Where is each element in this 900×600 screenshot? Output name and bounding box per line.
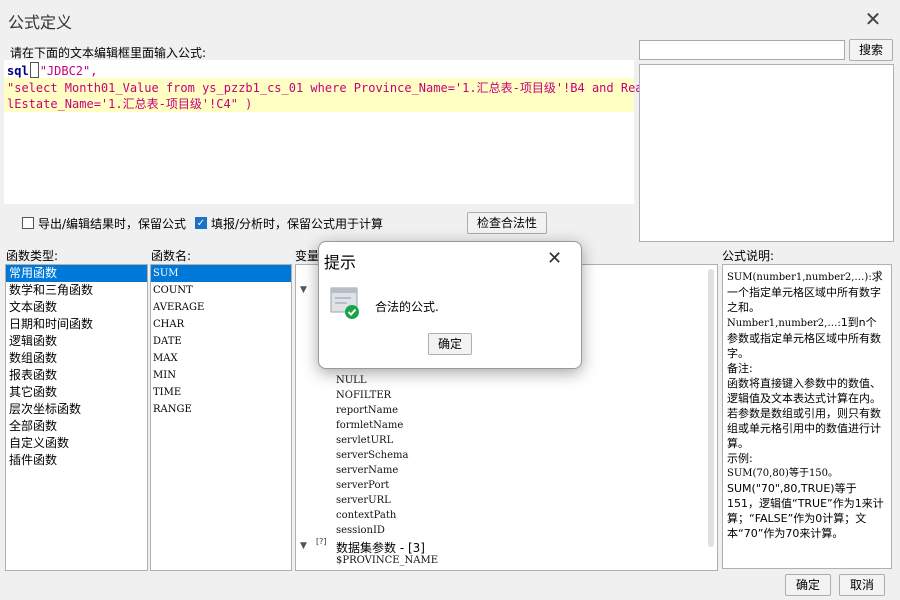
title-bar	[0, 0, 900, 38]
export-keep-formula-label: 导出/编辑结果时，保留公式	[38, 217, 187, 231]
editor-line-1: sql "JDBC2",	[7, 62, 98, 78]
tree-group-dataset[interactable]: 数据集参数 - [3]	[336, 539, 425, 556]
close-icon[interactable]: ✕	[547, 248, 562, 269]
chevron-down-icon[interactable]: ▼	[300, 285, 307, 295]
list-item[interactable]: SUM	[151, 265, 291, 282]
close-icon[interactable]: ✕	[862, 8, 884, 30]
editor-line-3: lEstate_Name='1.汇总表-项目级'!C4" )	[7, 97, 253, 111]
list-item[interactable]: 数学和三角函数	[6, 282, 147, 299]
tree-item[interactable]: serverName	[336, 465, 398, 476]
list-item[interactable]: MIN	[151, 367, 291, 384]
formula-editor[interactable]: sql "JDBC2", "select Month01_Value from y…	[4, 60, 643, 204]
chevron-down-icon[interactable]: ▼	[300, 541, 307, 551]
function-list[interactable]: SUM COUNT AVERAGE CHAR DATE MAX MIN TIME…	[150, 264, 292, 571]
list-item[interactable]: 逻辑函数	[6, 333, 147, 350]
list-item[interactable]: TIME	[151, 384, 291, 401]
list-item[interactable]: 自定义函数	[6, 435, 147, 452]
tree-item[interactable]: $PROVINCE_NAME	[336, 555, 438, 566]
list-item[interactable]: 其它函数	[6, 384, 147, 401]
tree-item[interactable]: serverPort	[336, 480, 389, 491]
list-item[interactable]: RANGE	[151, 401, 291, 418]
search-button[interactable]: 搜索	[849, 39, 893, 61]
window-title: 公式定义	[8, 13, 73, 32]
list-item[interactable]: 报表函数	[6, 367, 147, 384]
list-item[interactable]: AVERAGE	[151, 299, 291, 316]
scrollbar[interactable]	[708, 269, 714, 547]
list-item[interactable]: CHAR	[151, 316, 291, 333]
list-item[interactable]: 常用函数	[6, 265, 147, 282]
dialog-title: 提示	[324, 253, 357, 272]
tree-item[interactable]: NULL	[336, 375, 366, 386]
list-item[interactable]: DATE	[151, 333, 291, 350]
tree-item[interactable]: NOFILTER	[336, 390, 391, 401]
list-item[interactable]: 文本函数	[6, 299, 147, 316]
dialog-ok-button[interactable]: 确定	[428, 333, 472, 355]
text-cursor	[29, 62, 39, 78]
tree-item[interactable]: servletURL	[336, 435, 393, 446]
search-input[interactable]	[639, 40, 845, 60]
functions-header: 函数名:	[151, 249, 192, 263]
dialog-message: 合法的公式.	[375, 300, 439, 314]
export-keep-formula-checkbox[interactable]	[22, 217, 34, 229]
list-item[interactable]: 层次坐标函数	[6, 401, 147, 418]
folder-icon: [?]	[316, 537, 327, 546]
tree-item[interactable]: reportName	[336, 405, 398, 416]
list-item[interactable]: 数组函数	[6, 350, 147, 367]
formula-description: SUM(number1,number2,…):求一个指定单元格区域中所有数字之和…	[722, 264, 892, 569]
alert-dialog: 提示 ✕ 合法的公式. 确定	[318, 241, 582, 369]
success-icon	[330, 287, 359, 319]
tree-item[interactable]: formletName	[336, 420, 403, 431]
list-item[interactable]: 全部函数	[6, 418, 147, 435]
tree-item[interactable]: contextPath	[336, 510, 396, 521]
cancel-button[interactable]: 取消	[839, 574, 885, 596]
check-validity-button[interactable]: 检查合法性	[467, 212, 547, 234]
categories-header: 函数类型:	[6, 249, 59, 263]
fill-keep-formula-checkbox[interactable]: ✓	[195, 217, 207, 229]
list-item[interactable]: 日期和时间函数	[6, 316, 147, 333]
ok-button[interactable]: 确定	[785, 574, 831, 596]
description-header: 公式说明:	[722, 249, 775, 263]
tree-item[interactable]: serverURL	[336, 495, 391, 506]
editor-line-2: "select Month01_Value from ys_pzzb1_cs_0…	[7, 81, 643, 95]
tree-item[interactable]: sessionID	[336, 525, 385, 536]
variables-header: 变量	[295, 249, 320, 263]
fill-keep-formula-label: 填报/分析时，保留公式用于计算	[211, 217, 384, 231]
tree-item[interactable]: serverSchema	[336, 450, 408, 461]
list-item[interactable]: 插件函数	[6, 452, 147, 469]
editor-prompt: 请在下面的文本编辑框里面输入公式:	[10, 46, 207, 60]
search-results-panel[interactable]	[639, 64, 894, 242]
category-list[interactable]: 常用函数 数学和三角函数 文本函数 日期和时间函数 逻辑函数 数组函数 报表函数…	[5, 264, 148, 571]
list-item[interactable]: MAX	[151, 350, 291, 367]
list-item[interactable]: COUNT	[151, 282, 291, 299]
